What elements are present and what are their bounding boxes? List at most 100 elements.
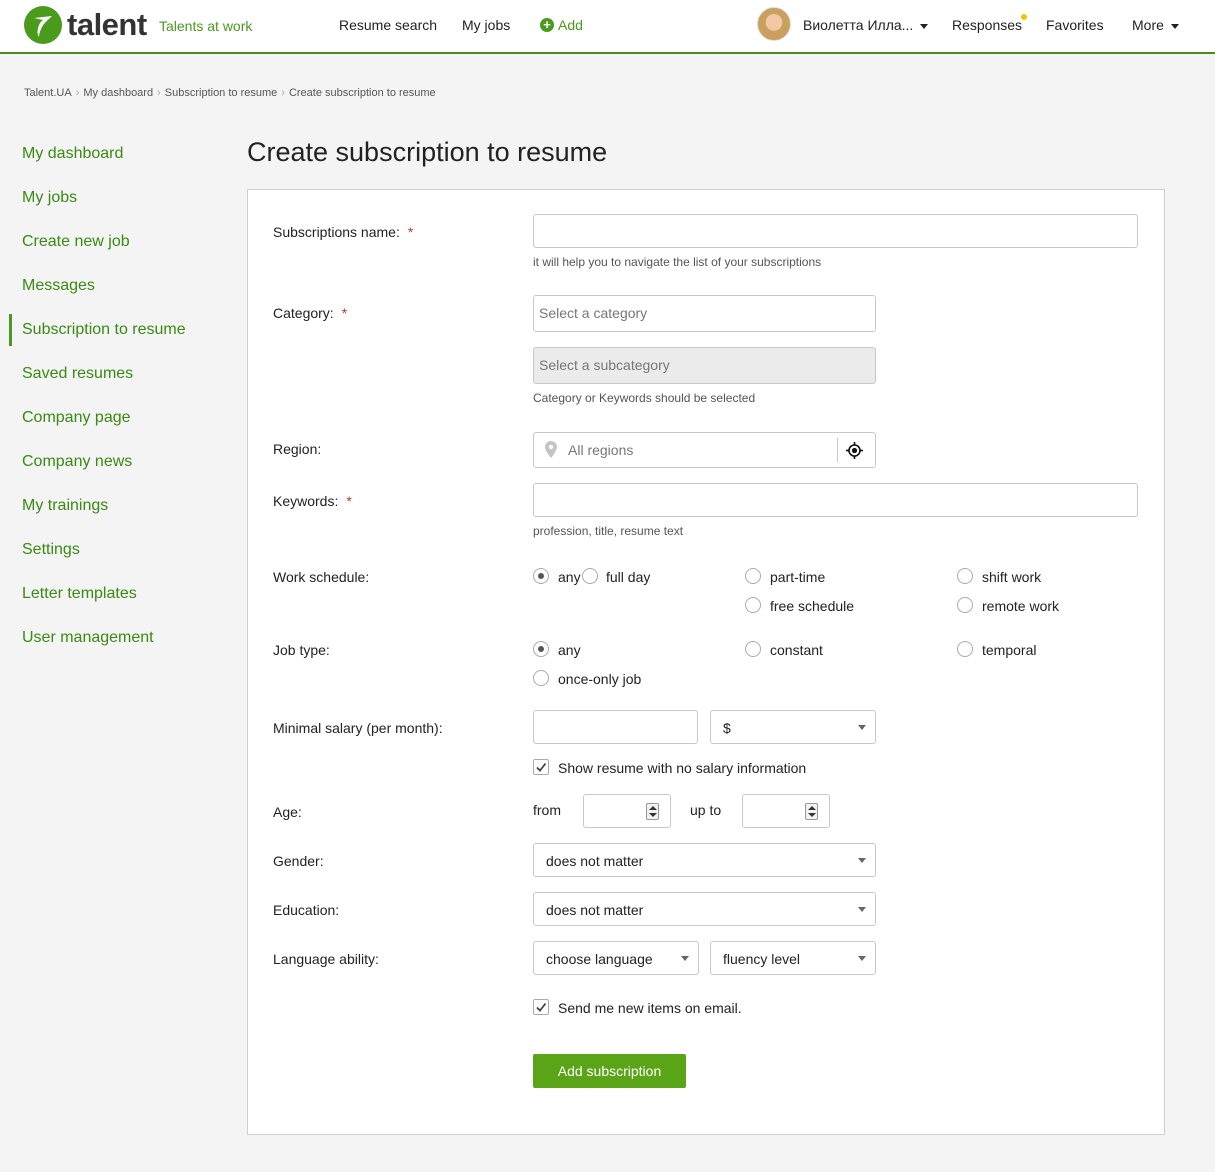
category-hint: Category or Keywords should be selected [533, 391, 756, 405]
logo[interactable]: talent [24, 6, 147, 44]
salary-input[interactable] [533, 710, 698, 744]
sidebar-item-subscription-to-resume[interactable]: Subscription to resume [22, 321, 186, 339]
sidebar-item-saved-resumes[interactable]: Saved resumes [22, 365, 133, 383]
job-type-radio-constant[interactable] [745, 641, 761, 657]
region-placeholder: All regions [568, 442, 634, 458]
region-select[interactable]: All regions [533, 432, 876, 468]
work-schedule-label: Work schedule: [273, 569, 370, 585]
sidebar-item-my-trainings[interactable]: My trainings [22, 497, 108, 515]
breadcrumb-item[interactable]: My dashboard [83, 87, 153, 99]
work-schedule-option: free schedule [770, 598, 855, 614]
nav-my-jobs[interactable]: My jobs [462, 17, 510, 33]
sidebar-item-messages[interactable]: Messages [22, 277, 95, 295]
work-schedule-radio-shift-work[interactable] [957, 568, 973, 584]
subscription-name-input[interactable] [533, 214, 1138, 248]
age-to-spinner[interactable] [805, 803, 818, 820]
nav-more-label: More [1132, 17, 1164, 33]
email-checkbox[interactable] [533, 999, 549, 1015]
page-title: Create subscription to resume [247, 137, 608, 167]
breadcrumb-current: Create subscription to resume [288, 87, 436, 99]
gender-value: does not matter [546, 853, 644, 869]
add-subscription-button[interactable]: Add subscription [533, 1054, 686, 1088]
education-value: does not matter [546, 902, 644, 918]
subscription-form: Subscriptions name: * it will help you to… [247, 189, 1165, 1135]
caret-down-icon [858, 725, 866, 730]
work-schedule-radio-free-schedule[interactable] [745, 597, 761, 613]
spinner-down-icon[interactable] [649, 813, 657, 817]
nav-add-button[interactable]: + Add [540, 17, 583, 33]
caret-down-icon [681, 956, 689, 961]
sidebar-item-company-page[interactable]: Company page [22, 409, 131, 427]
sidebar-item-settings[interactable]: Settings [22, 541, 80, 559]
no-salary-checkbox[interactable] [533, 759, 549, 775]
age-from-spinner[interactable] [646, 803, 659, 820]
job-type-option: any [558, 642, 581, 658]
subcategory-select: Select a subcategory [533, 347, 876, 384]
nav-favorites[interactable]: Favorites [1046, 17, 1104, 33]
salary-label: Minimal salary (per month): [273, 720, 443, 736]
fluency-select[interactable]: fluency level [710, 941, 876, 975]
currency-select[interactable]: $ [710, 710, 876, 744]
top-header: talent Talents at work Resume search My … [0, 0, 1215, 54]
sidebar-item-my-jobs[interactable]: My jobs [22, 189, 77, 207]
keywords-hint: profession, title, resume text [533, 524, 684, 538]
map-pin-icon [545, 441, 557, 463]
nav-more[interactable]: More [1132, 17, 1179, 33]
work-schedule-option: full day [606, 569, 651, 585]
caret-down-icon [858, 858, 866, 863]
checkmark-icon [536, 762, 547, 772]
tagline: Talents at work [159, 18, 253, 34]
work-schedule-option: part-time [770, 569, 826, 585]
job-type-radio-once-only[interactable] [533, 670, 549, 686]
sidebar-item-company-news[interactable]: Company news [22, 453, 132, 471]
subscription-name-hint: it will help you to navigate the list of… [533, 255, 822, 269]
subcategory-placeholder: Select a subcategory [539, 357, 670, 373]
work-schedule-radio-any[interactable] [533, 568, 549, 584]
job-type-option: once-only job [558, 671, 642, 687]
education-select[interactable]: does not matter [533, 892, 876, 926]
spinner-down-icon[interactable] [808, 813, 816, 817]
currency-value: $ [723, 720, 731, 736]
sidebar-item-my-dashboard[interactable]: My dashboard [22, 145, 123, 163]
sidebar-item-user-management[interactable]: User management [22, 629, 154, 647]
job-type-radio-temporal[interactable] [957, 641, 973, 657]
fluency-value: fluency level [723, 951, 801, 967]
education-label: Education: [273, 902, 340, 918]
sidebar-item-create-new-job[interactable]: Create new job [22, 233, 130, 251]
region-divider [837, 438, 838, 462]
caret-down-icon [920, 23, 929, 29]
logo-text: talent [67, 7, 147, 42]
add-icon: + [540, 18, 554, 32]
keywords-input[interactable] [533, 483, 1138, 517]
age-to-input[interactable] [742, 794, 830, 828]
spinner-up-icon[interactable] [649, 806, 657, 810]
work-schedule-option: remote work [982, 598, 1060, 614]
work-schedule-radio-part-time[interactable] [745, 568, 761, 584]
breadcrumb-item[interactable]: Subscription to resume [165, 87, 278, 99]
nav-add-label: Add [558, 17, 583, 33]
region-label: Region: [273, 441, 322, 457]
work-schedule-option: shift work [982, 569, 1042, 585]
work-schedule-radio-full-day[interactable] [582, 568, 598, 584]
user-menu[interactable]: Виолетта Илла... [803, 17, 929, 33]
nav-responses[interactable]: Responses [952, 17, 1022, 33]
job-type-option: constant [770, 642, 823, 658]
work-schedule-radio-remote-work[interactable] [957, 597, 973, 613]
notification-dot [1021, 14, 1027, 20]
breadcrumb-item[interactable]: Talent.UA [24, 87, 72, 99]
caret-down-icon [858, 956, 866, 961]
locate-icon[interactable] [846, 442, 863, 464]
caret-down-icon [858, 907, 866, 912]
email-label: Send me new items on email. [558, 1000, 742, 1016]
nav-resume-search[interactable]: Resume search [339, 17, 437, 33]
avatar[interactable] [757, 7, 791, 41]
language-select[interactable]: choose language [533, 941, 699, 975]
gender-select[interactable]: does not matter [533, 843, 876, 877]
subscription-name-label: Subscriptions name: * [273, 224, 414, 240]
category-select[interactable]: Select a category [533, 295, 876, 332]
spinner-up-icon[interactable] [808, 806, 816, 810]
age-from-input[interactable] [583, 794, 671, 828]
sidebar-item-letter-templates[interactable]: Letter templates [22, 585, 137, 603]
sidebar-active-indicator [9, 314, 12, 346]
job-type-radio-any[interactable] [533, 641, 549, 657]
